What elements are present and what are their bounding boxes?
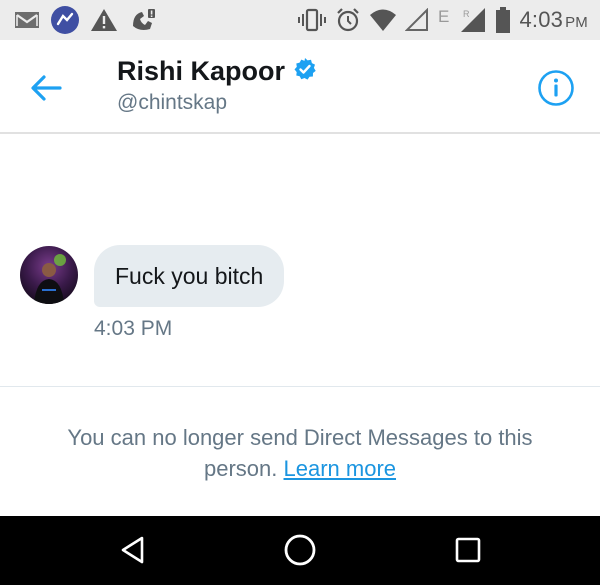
nav-back-button[interactable] (113, 530, 153, 570)
status-bar: E R 4:03 PM (0, 0, 600, 40)
nav-home-button[interactable] (280, 530, 320, 570)
gmail-icon (14, 10, 40, 30)
alarm-icon (335, 7, 361, 33)
dm-disabled-notice: You can no longer send Direct Messages t… (30, 422, 570, 484)
verified-badge-icon (293, 57, 317, 86)
message-list[interactable]: Fuck you bitch 4:03 PM (0, 134, 600, 386)
back-triangle-icon (121, 536, 144, 564)
message-text: Fuck you bitch (115, 262, 264, 289)
roaming-letter: R (463, 9, 470, 19)
battery-icon (495, 6, 511, 34)
back-button[interactable] (26, 68, 66, 108)
vibrate-icon (297, 7, 327, 33)
back-arrow-icon (31, 75, 62, 101)
home-circle-icon (284, 534, 316, 566)
user-handle: @chintskap (117, 91, 228, 114)
avatar[interactable] (20, 246, 78, 304)
status-time: 4:03 PM (519, 7, 588, 33)
status-bar-right: E R 4:03 PM (297, 5, 588, 35)
status-time-value: 4:03 (519, 7, 564, 32)
message-bubble[interactable]: Fuck you bitch (94, 245, 285, 307)
recents-square-icon (455, 537, 481, 563)
network-e-icon: E (437, 6, 451, 34)
app-notification-icon (50, 5, 80, 35)
title-block[interactable]: Rishi Kapoor @chintskap (117, 56, 317, 115)
signal-empty-icon (405, 8, 429, 32)
wifi-icon (369, 8, 397, 32)
signal-roaming-icon: R (459, 6, 487, 34)
name-row: Rishi Kapoor (117, 56, 317, 87)
divider (0, 386, 600, 387)
info-icon (538, 70, 574, 106)
system-nav-bar (0, 516, 600, 585)
status-time-ampm: PM (565, 14, 588, 31)
warning-icon (90, 7, 118, 33)
user-name: Rishi Kapoor (117, 56, 286, 86)
status-bar-left (14, 5, 156, 35)
conversation-header: Rishi Kapoor @chintskap (0, 40, 600, 134)
network-letter: E (438, 7, 449, 26)
missed-call-icon (128, 6, 156, 34)
info-button[interactable] (536, 68, 576, 108)
message-timestamp: 4:03 PM (94, 317, 173, 340)
nav-recents-button[interactable] (448, 530, 488, 570)
learn-more-link[interactable]: Learn more (284, 456, 397, 481)
